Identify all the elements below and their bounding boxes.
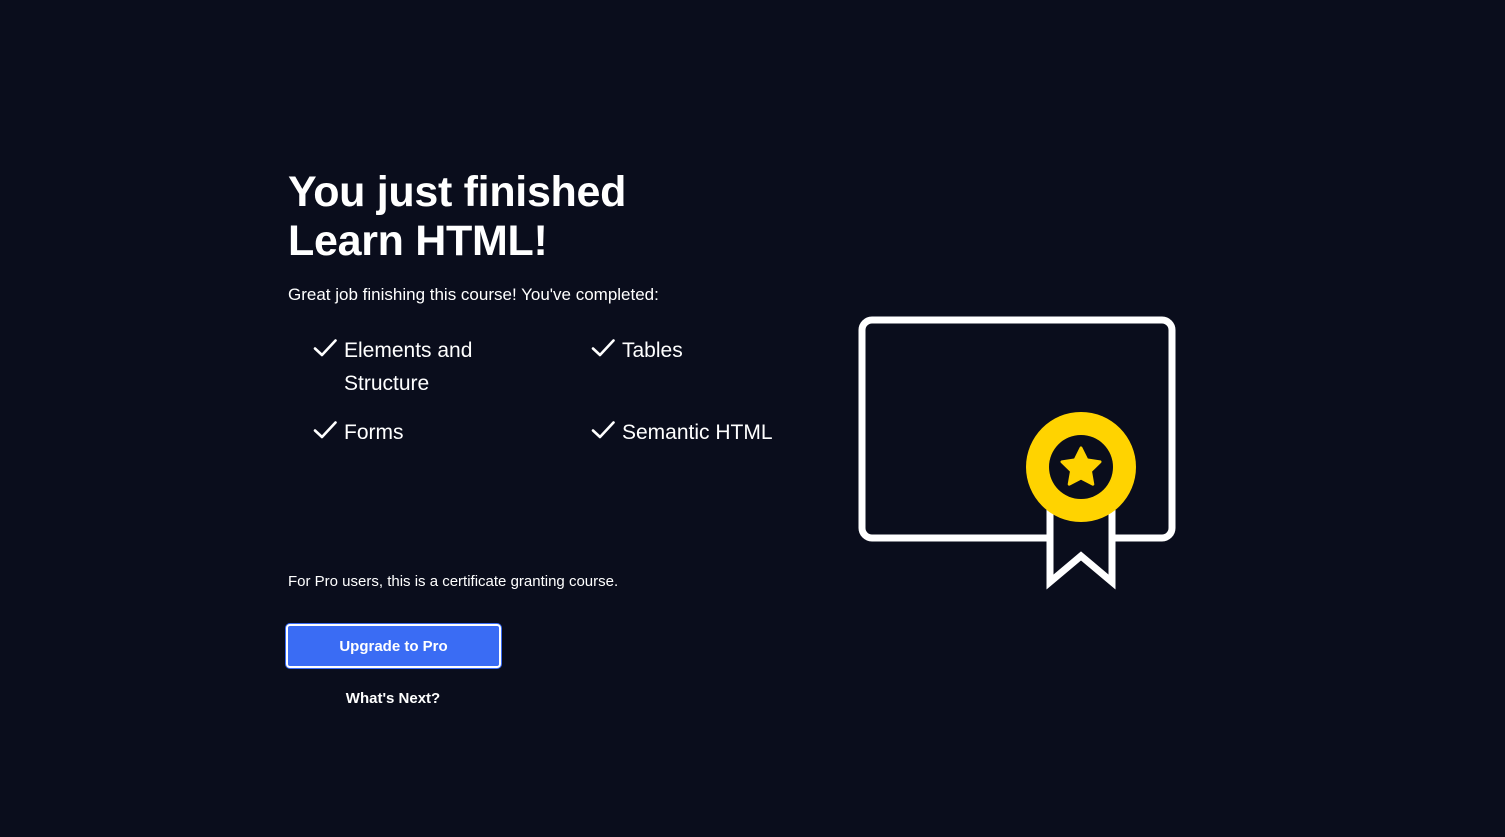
check-icon [591, 421, 615, 439]
star-badge-icon [1026, 412, 1136, 590]
title-line-1: You just finished [288, 168, 627, 216]
upgrade-to-pro-button[interactable]: Upgrade to Pro [286, 624, 501, 668]
completed-module-item: Elements and Structure [313, 334, 503, 400]
title-line-2: Learn HTML! [288, 217, 548, 265]
page-title: You just finished Learn HTML! [288, 168, 708, 266]
check-icon [313, 339, 337, 357]
completed-module-item: Tables [591, 334, 791, 367]
intro-text: Great job finishing this course! You've … [288, 285, 659, 304]
completed-module-label: Forms [344, 421, 404, 444]
check-icon [591, 339, 615, 357]
certificate-icon [858, 316, 1176, 590]
course-complete-page: You just finished Learn HTML! Great job … [0, 0, 1505, 837]
completed-module-item: Semantic HTML [591, 416, 811, 449]
completed-module-label: Semantic HTML [622, 421, 773, 444]
completed-module-item: Forms [313, 416, 513, 449]
whats-next-link[interactable]: What's Next? [288, 688, 498, 710]
completed-module-label: Elements and Structure [344, 339, 473, 395]
completed-module-label: Tables [622, 339, 683, 362]
check-icon [313, 421, 337, 439]
pro-certificate-note: For Pro users, this is a certificate gra… [288, 573, 619, 590]
